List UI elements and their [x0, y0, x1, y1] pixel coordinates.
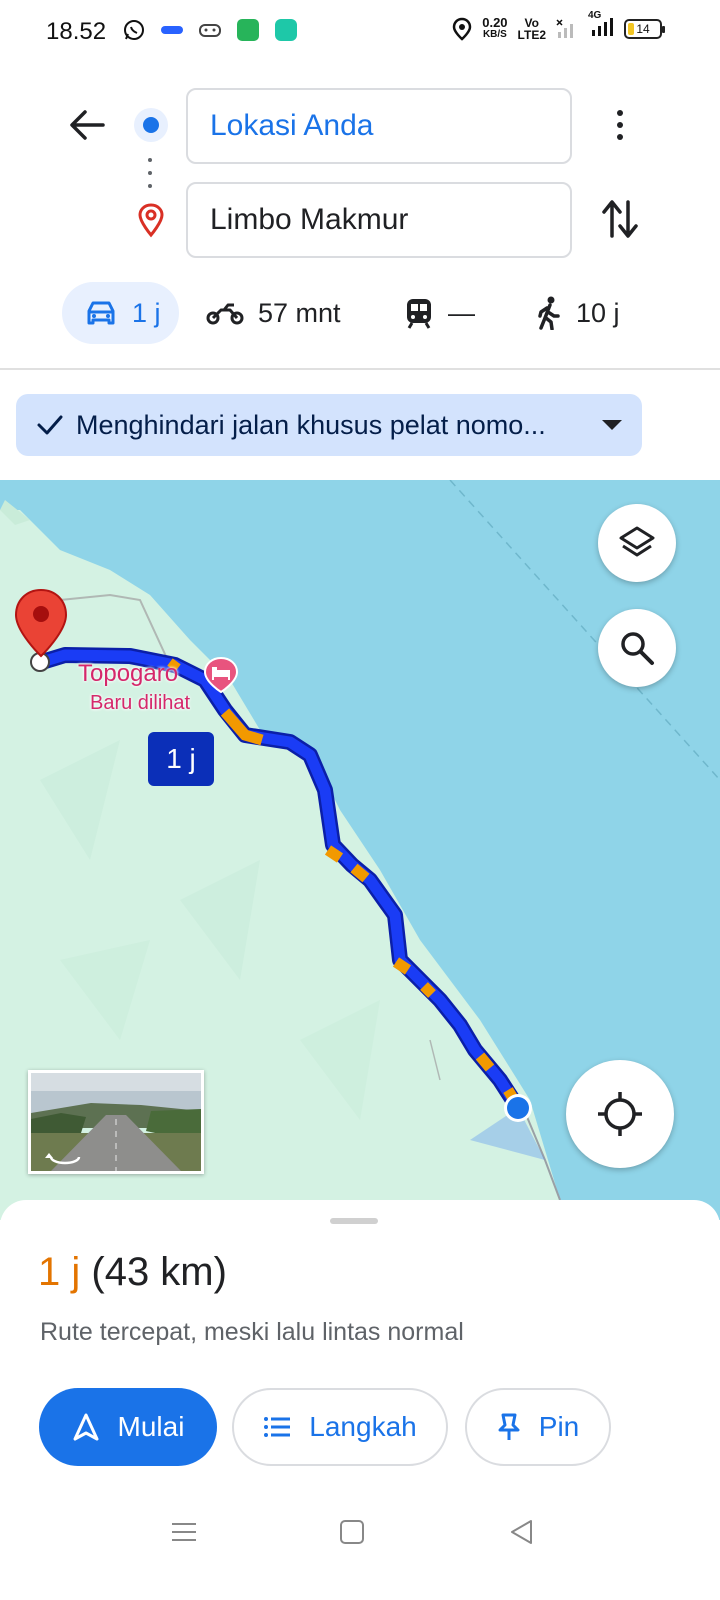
route-duration-badge[interactable]: 1 j: [148, 732, 214, 786]
pin-button[interactable]: Pin: [465, 1388, 611, 1466]
route-option-chip[interactable]: Menghindari jalan khusus pelat nomo...: [16, 394, 642, 456]
status-time: 18.52: [46, 18, 107, 45]
signal-sim1-icon: [556, 18, 573, 38]
battery-level: 14: [636, 21, 650, 36]
route-distance: (43 km): [91, 1250, 227, 1294]
steps-button[interactable]: Langkah: [232, 1388, 448, 1466]
mode-label-motorcycle: 57 mnt: [258, 297, 341, 328]
start-label: Mulai: [117, 1411, 185, 1442]
volte-bottom: LTE2: [517, 27, 546, 42]
list-icon: [264, 1417, 291, 1437]
sheet-drag-handle[interactable]: [330, 1218, 378, 1224]
origin-input[interactable]: Lokasi Anda: [186, 88, 572, 164]
route-duration: 1 j: [38, 1250, 81, 1294]
mode-tab-car[interactable]: 1 j: [62, 282, 179, 344]
mode-tab-walk[interactable]: 10 j: [536, 282, 620, 344]
swap-route-button[interactable]: [598, 196, 642, 242]
hotel-poi-icon[interactable]: [202, 656, 240, 694]
volte-top: Vo: [524, 15, 539, 30]
battery-indicator: 14: [624, 18, 665, 39]
poi-subtitle: Baru dilihat: [90, 692, 191, 714]
location-status-icon: [452, 17, 472, 41]
mode-tab-motorcycle[interactable]: 57 mnt: [206, 282, 341, 344]
origin-dot-icon: [134, 108, 168, 142]
header-divider: [0, 368, 720, 370]
status-bar: 18.52 0.20 KB/S Vo LTE2 4G 14: [0, 0, 720, 64]
network-speed: 0.20 KB/S: [482, 14, 508, 41]
route-description: Rute tercepat, meski lalu lintas normal: [40, 1318, 464, 1346]
mode-label-car: 1 j: [132, 297, 161, 328]
network-speed-unit: KB/S: [482, 28, 507, 40]
car-icon: [87, 301, 115, 325]
destination-marker-icon[interactable]: [14, 588, 68, 678]
route-connector: [148, 158, 154, 188]
dropdown-caret-icon: [602, 420, 622, 430]
back-nav-button[interactable]: [500, 1510, 544, 1554]
search-icon: [621, 632, 654, 665]
navigation-arrow-icon: [73, 1413, 99, 1441]
system-navigation-bar: [0, 1496, 720, 1600]
app-notification-icon: [160, 18, 184, 42]
poi-name[interactable]: Topogaro: [78, 660, 178, 688]
home-square-icon: [340, 1520, 364, 1544]
mode-tab-transit[interactable]: —: [404, 282, 475, 344]
menu-lines-icon: [172, 1523, 196, 1541]
recent-apps-button[interactable]: [162, 1510, 206, 1554]
destination-input[interactable]: Limbo Makmur: [186, 182, 572, 258]
whatsapp-icon: [122, 18, 146, 42]
route-option-label: Menghindari jalan khusus pelat nomo...: [76, 409, 546, 440]
pin-label: Pin: [538, 1411, 580, 1442]
back-button[interactable]: [64, 102, 110, 148]
walk-icon: [538, 296, 560, 330]
more-options-button[interactable]: [600, 102, 640, 148]
motorcycle-icon: [206, 303, 244, 325]
notification-icons: [122, 18, 298, 42]
network-speed-value: 0.20: [482, 14, 508, 30]
chat-app-icon: [274, 18, 298, 42]
layers-icon: [619, 526, 655, 557]
signal-sim2: 4G: [588, 10, 614, 41]
crosshair-icon: [598, 1092, 642, 1136]
steps-label: Langkah: [309, 1411, 417, 1442]
volte-indicator: Vo LTE2: [518, 17, 546, 41]
checkmark-icon: [37, 415, 63, 435]
start-navigation-button[interactable]: Mulai: [39, 1388, 217, 1466]
pin-icon: [498, 1413, 520, 1440]
mode-label-transit: —: [448, 297, 475, 328]
mode-label-walk: 10 j: [576, 297, 620, 328]
destination-pin-icon: [138, 203, 164, 238]
my-location-button[interactable]: [566, 1060, 674, 1168]
system-status-icons: 0.20 KB/S Vo LTE2 4G 14: [452, 10, 665, 41]
layers-button[interactable]: [598, 504, 676, 582]
map-view[interactable]: Topogaro Baru dilihat 1 j: [0, 480, 720, 1220]
home-button[interactable]: [330, 1510, 374, 1554]
back-triangle-icon: [511, 1520, 532, 1544]
street-view-image: [31, 1073, 201, 1171]
map-search-button[interactable]: [598, 609, 676, 687]
train-icon: [407, 299, 431, 329]
street-view-thumbnail[interactable]: [28, 1070, 204, 1174]
game-controller-icon: [198, 18, 222, 42]
back-arrow-icon: [70, 110, 105, 140]
network-type: 4G: [588, 10, 602, 21]
battery-fill: [628, 22, 634, 35]
route-summary: 1 j (43 km): [38, 1250, 227, 1295]
messages-app-icon: [236, 18, 260, 42]
